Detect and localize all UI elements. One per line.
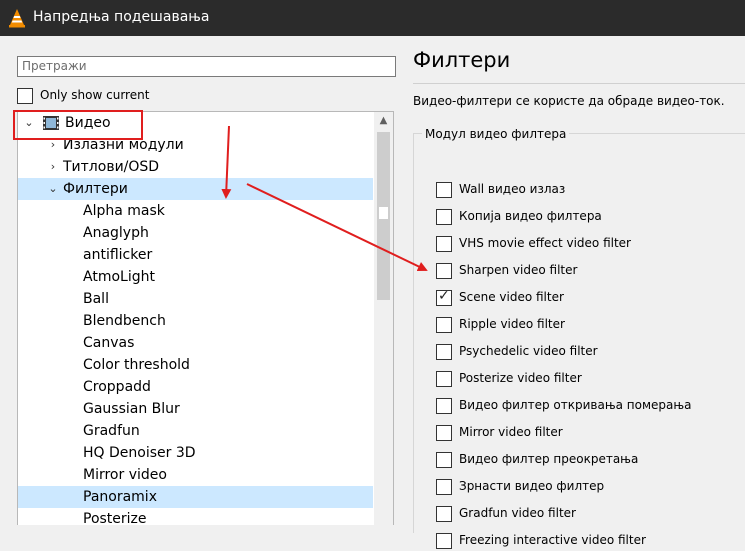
tree-item-filter[interactable]: Croppadd xyxy=(18,376,373,398)
tree-item-filter[interactable]: Gaussian Blur xyxy=(18,398,373,420)
tree-item-filter[interactable]: Posterize xyxy=(18,508,373,525)
tree-item-filter[interactable]: antiflicker xyxy=(18,244,373,266)
tree-item-filters[interactable]: ⌄ Филтери xyxy=(18,178,373,200)
vlc-cone-icon xyxy=(9,9,25,28)
annotation-highlight-box xyxy=(13,110,143,140)
chevron-down-icon[interactable]: ⌄ xyxy=(48,178,58,200)
filter-label: VHS movie effect video filter xyxy=(459,236,631,250)
checkbox-box[interactable] xyxy=(436,425,452,441)
tree-item-filter[interactable]: AtmoLight xyxy=(18,266,373,288)
tree-item-subtitles-osd[interactable]: › Титлови/OSD xyxy=(18,156,373,178)
checkbox-box[interactable] xyxy=(436,452,452,468)
tree-item-filter[interactable]: HQ Denoiser 3D xyxy=(18,442,373,464)
checkbox-box[interactable] xyxy=(436,344,452,360)
checkmark-icon: ✓ xyxy=(438,288,450,304)
tree-item-label: Anaglyph xyxy=(83,225,149,241)
tree-item-label: Титлови/OSD xyxy=(63,159,160,175)
filter-label: Gradfun video filter xyxy=(459,506,576,520)
filter-label: Зрнасти видео филтер xyxy=(459,479,605,493)
panel-description: Видео-филтери се користе да обраде видео… xyxy=(413,94,725,108)
filter-label: Freezing interactive video filter xyxy=(459,533,646,547)
tree-item-filter[interactable]: Alpha mask xyxy=(18,200,373,222)
tree-item-filter[interactable]: Canvas xyxy=(18,332,373,354)
tree-item-label: Canvas xyxy=(83,335,135,351)
tree-item-filter[interactable]: Ball xyxy=(18,288,373,310)
preferences-tree[interactable]: ⌄ Видео › Излазни модули › Титлови/OSD ⌄ Филтер… xyxy=(17,111,394,525)
tree-item-label: Филтери xyxy=(63,181,128,197)
filter-label: Scene video filter xyxy=(459,290,564,304)
search-input[interactable] xyxy=(18,57,392,74)
checkbox-box[interactable] xyxy=(436,182,452,198)
filter-label: Wall видео излаз xyxy=(459,182,566,196)
checkbox-box[interactable] xyxy=(436,533,452,549)
filter-label: Psychedelic video filter xyxy=(459,344,598,358)
search-box[interactable] xyxy=(17,56,396,77)
filter-label: Копија видео филтера xyxy=(459,209,602,223)
tree-item-label: Blendbench xyxy=(83,313,166,329)
checkbox-box[interactable] xyxy=(436,236,452,252)
page-title: Филтери xyxy=(413,48,511,72)
tree-item-filter[interactable]: Gradfun xyxy=(18,420,373,442)
filter-label: Mirror video filter xyxy=(459,425,563,439)
tree-item-label: Croppadd xyxy=(83,379,151,395)
title-divider xyxy=(413,83,745,84)
checkbox-box[interactable] xyxy=(436,371,452,387)
title-bar: Напредња подешавања xyxy=(0,0,745,36)
tree-item-label: AtmoLight xyxy=(83,269,155,285)
tree-scrollbar[interactable]: ▲ xyxy=(374,112,393,525)
tree-item-label: Gaussian Blur xyxy=(83,401,180,417)
tree-item-label: Ball xyxy=(83,291,109,307)
tree-item-filter[interactable]: Anaglyph xyxy=(18,222,373,244)
only-show-current-label: Only show current xyxy=(40,88,150,102)
scrollbar-grip xyxy=(379,207,388,219)
filter-label: Sharpen video filter xyxy=(459,263,578,277)
checkbox-box[interactable] xyxy=(436,263,452,279)
tree-item-label: Panoramix xyxy=(83,489,157,505)
scroll-up-icon[interactable]: ▲ xyxy=(374,112,393,130)
filter-label: Видео филтер преокретања xyxy=(459,452,639,466)
checkbox-box[interactable] xyxy=(436,209,452,225)
only-show-current-box[interactable] xyxy=(17,88,33,104)
filter-module-group-label: Модул видео филтера xyxy=(422,127,570,141)
tree-item-label: HQ Denoiser 3D xyxy=(83,445,196,461)
tree-item-label: Alpha mask xyxy=(83,203,165,219)
tree-item-filter[interactable]: Panoramix xyxy=(18,486,373,508)
window-title: Напредња подешавања xyxy=(33,9,210,25)
right-pane: Филтери Видео-филтери се користе да обра… xyxy=(403,36,745,549)
tree-item-filter[interactable]: Color threshold xyxy=(18,354,373,376)
checkbox-box[interactable] xyxy=(436,506,452,522)
checkbox-box[interactable] xyxy=(436,479,452,495)
checkbox-box[interactable] xyxy=(436,317,452,333)
tree-item-label: Mirror video xyxy=(83,467,167,483)
tree-item-filter[interactable]: Mirror video xyxy=(18,464,373,486)
chevron-right-icon[interactable]: › xyxy=(48,156,58,178)
tree-item-label: Gradfun xyxy=(83,423,140,439)
tree-item-label: Color threshold xyxy=(83,357,190,373)
checkbox-box[interactable] xyxy=(436,398,452,414)
filter-label: Posterize video filter xyxy=(459,371,582,385)
tree-item-label: Posterize xyxy=(83,511,147,525)
tree-item-label: antiflicker xyxy=(83,247,153,263)
filter-label: Ripple video filter xyxy=(459,317,565,331)
filter-label: Видео филтер откривања померања xyxy=(459,398,692,412)
tree-item-filter[interactable]: Blendbench xyxy=(18,310,373,332)
